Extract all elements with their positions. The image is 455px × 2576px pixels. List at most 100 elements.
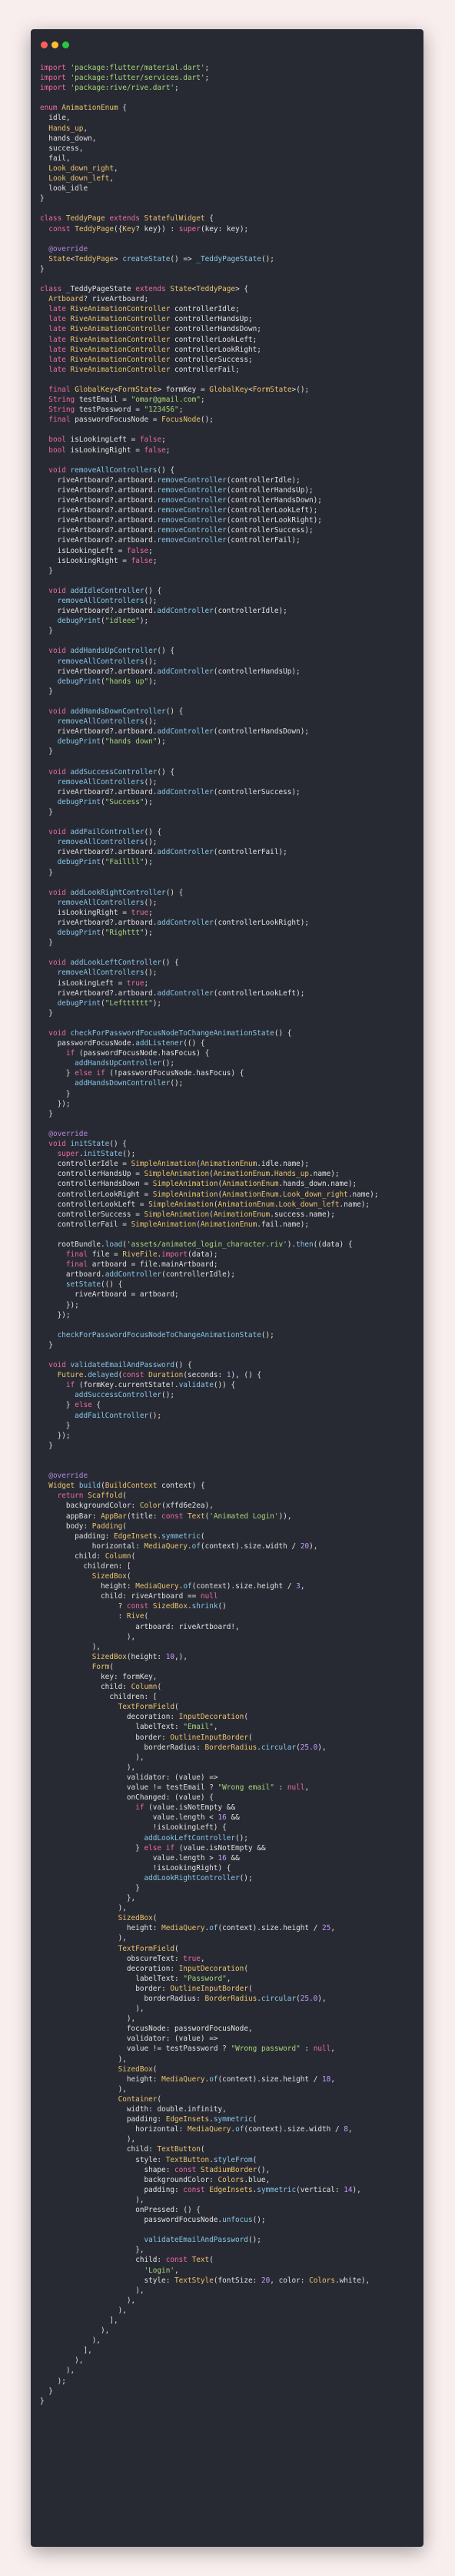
code-line: removeAllControllers();	[57, 838, 158, 847]
code-line: @override	[48, 1129, 88, 1138]
code-line: ),	[126, 2296, 136, 2305]
code-line: !isLookingLeft) {	[152, 1823, 227, 1833]
code-line: late RiveAnimationController controllerS…	[48, 355, 253, 364]
code-line: } else if (value.isNotEmpty &&	[135, 1843, 266, 1853]
code-line: riveArtboard?.artboard.removeController(…	[57, 536, 301, 545]
code-line: ),	[101, 2326, 110, 2336]
code-line: }	[48, 807, 53, 816]
maximize-icon[interactable]	[62, 41, 69, 48]
code-line: TextFormField(	[118, 1944, 179, 1953]
code-line: @override	[48, 1472, 88, 1481]
code-line: riveArtboard?.artboard.addController(con…	[57, 667, 301, 676]
code-line: final file = RiveFile.import(data);	[65, 1250, 218, 1260]
code-line: bool isLookingLeft = false;	[48, 435, 166, 445]
code-line: Hands_up,	[48, 124, 88, 133]
code-line: debugPrint("Success");	[57, 797, 153, 806]
code-line: artboard: riveArtboard!,	[135, 1622, 240, 1631]
code-line: debugPrint("Faillll");	[57, 858, 153, 867]
code-block: import 'package:flutter/material.dart'; i…	[40, 63, 417, 2406]
code-line: 'Login',	[144, 2266, 179, 2275]
code-line: child: riveArtboard == null	[101, 1592, 218, 1601]
code-line: SizedBox(	[91, 1572, 131, 1581]
code-line: late RiveAnimationController controllerF…	[48, 365, 240, 374]
code-line: width: double.infinity,	[126, 2105, 227, 2114]
code-line: addFailController();	[75, 1411, 162, 1420]
code-line: enum AnimationEnum {	[40, 104, 127, 113]
code-line: class _TeddyPageState extends State<Tedd…	[40, 285, 249, 294]
code-line: !isLookingRight) {	[152, 1863, 231, 1872]
code-line: body: Padding(	[65, 1521, 127, 1531]
code-line: ),	[118, 1904, 127, 1913]
code-line: final passwordFocusNode = FocusNode();	[48, 416, 214, 425]
code-line: removeAllControllers();	[57, 717, 158, 727]
code-line: labelText: "Email",	[135, 1723, 218, 1732]
code-line: borderRadius: BorderRadius.circular(25.0…	[144, 1995, 327, 2003]
code-line: late RiveAnimationController controllerI…	[48, 305, 240, 314]
code-line: late RiveAnimationController controllerL…	[48, 345, 261, 354]
code-line: });	[65, 1300, 79, 1310]
code-line: }	[65, 1421, 71, 1430]
code-line: Look_down_left,	[48, 174, 114, 184]
code-line: void addHandsDownController() {	[48, 707, 184, 716]
code-line: height: MediaQuery.of(context).size.heig…	[126, 1924, 335, 1933]
code-line: final GlobalKey<FormState> formKey = Glo…	[48, 386, 310, 394]
code-line: fail,	[48, 154, 71, 163]
code-line: look_idle	[48, 184, 88, 194]
code-line: import 'package:flutter/services.dart';	[40, 74, 210, 83]
code-line: debugPrint("Righttt");	[57, 929, 153, 938]
code-line: child: Column(	[101, 1683, 162, 1692]
code-line: value != testEmail ? "Wrong email" : nul…	[126, 1783, 310, 1793]
code-line: value != testPassword ? "Wrong password"…	[126, 2045, 335, 2054]
close-icon[interactable]	[41, 41, 48, 48]
code-line: child: Column(	[75, 1551, 136, 1561]
code-line: const TeddyPage({Key? key}) : super(key:…	[48, 224, 249, 233]
code-line: }	[135, 1883, 140, 1892]
code-line: idle,	[48, 114, 71, 123]
code-line: Widget build(BuildContext context) {	[48, 1482, 205, 1491]
code-line: validator: (value) =>	[126, 2035, 218, 2044]
code-line: }	[48, 627, 53, 636]
code-line: child: TextButton(	[126, 2145, 205, 2154]
code-line: focusNode: passwordFocusNode,	[126, 2025, 253, 2034]
code-line: isLookingLeft = true;	[57, 978, 149, 988]
code-line: border: OutlineInputBorder(	[135, 1733, 253, 1742]
code-line: }	[40, 264, 45, 273]
code-line: riveArtboard?.artboard.addController(con…	[57, 918, 309, 927]
code-line: });	[57, 1099, 71, 1108]
code-line: void checkForPasswordFocusNodeToChangeAn…	[48, 1029, 292, 1038]
code-line: controllerFail = SimpleAnimation(Animati…	[57, 1220, 310, 1229]
code-line: }	[40, 2396, 45, 2405]
code-line: }	[48, 868, 53, 877]
code-line: style: TextStyle(fontSize: 20, color: Co…	[144, 2276, 370, 2285]
code-line: ),	[135, 2195, 144, 2204]
code-line: ),	[65, 2366, 75, 2376]
code-line: ),	[135, 2005, 144, 2014]
code-line: }	[48, 1008, 53, 1018]
code-line: decoration: InputDecoration(	[126, 1713, 248, 1722]
code-line: void removeAllControllers() {	[48, 465, 175, 475]
code-line: height: MediaQuery.of(context).size.heig…	[126, 2074, 335, 2084]
code-line: addHandsDownController();	[75, 1079, 184, 1088]
code-line: ),	[118, 1934, 127, 1943]
code-line: setState(() {	[65, 1280, 123, 1290]
code-line: child: const Text(	[135, 2256, 214, 2265]
code-line: }	[48, 747, 53, 757]
code-line: import 'package:flutter/material.dart';	[40, 64, 210, 72]
code-window: import 'package:flutter/material.dart'; i…	[31, 29, 423, 2547]
code-line: checkForPasswordFocusNodeToChangeAnimati…	[57, 1330, 274, 1339]
minimize-icon[interactable]	[51, 41, 58, 48]
code-line: }	[48, 1109, 53, 1118]
code-line: },	[126, 1894, 136, 1903]
code-line: artboard.addController(controllerIdle);	[65, 1270, 236, 1280]
code-line: super.initState();	[57, 1150, 136, 1159]
code-line: appBar: AppBar(title: const Text('Animat…	[65, 1511, 292, 1521]
code-line: late RiveAnimationController controllerH…	[48, 325, 261, 334]
